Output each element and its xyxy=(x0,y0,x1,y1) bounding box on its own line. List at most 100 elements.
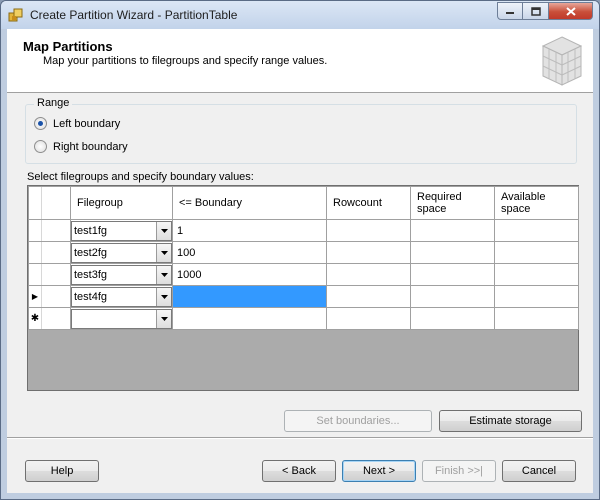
column-header-available-space[interactable]: Available space xyxy=(494,186,579,220)
page-subtitle: Map your partitions to filegroups and sp… xyxy=(43,55,328,67)
new-row-asterisk-icon: ✱ xyxy=(30,313,40,324)
caption-buttons xyxy=(497,2,593,20)
dropdown-button[interactable] xyxy=(156,265,171,284)
required-space-cell[interactable] xyxy=(410,307,495,330)
available-space-cell[interactable] xyxy=(494,285,579,308)
required-space-cell[interactable] xyxy=(410,219,495,242)
boundary-cell[interactable] xyxy=(172,307,327,330)
set-boundaries-button[interactable]: Set boundaries... xyxy=(284,410,432,432)
column-header-required-space[interactable]: Required space xyxy=(410,186,495,220)
row-header[interactable] xyxy=(28,263,71,286)
filegroup-cell[interactable]: test2fg xyxy=(70,241,173,264)
grid-header-row: Filegroup <= Boundary Rowcount Required … xyxy=(28,186,579,220)
close-button[interactable] xyxy=(549,2,593,20)
rowcount-cell[interactable] xyxy=(326,241,411,264)
chevron-down-icon xyxy=(160,228,168,233)
column-header-filegroup[interactable]: Filegroup xyxy=(70,186,173,220)
dropdown-button[interactable] xyxy=(156,243,171,262)
filegroup-value: test1fg xyxy=(74,224,108,237)
filegroup-dropdown[interactable]: test3fg xyxy=(71,264,172,285)
page-title: Map Partitions xyxy=(23,39,113,54)
column-header-boundary[interactable]: <= Boundary xyxy=(172,186,327,220)
title-bar[interactable]: Create Partition Wizard - PartitionTable xyxy=(1,1,599,29)
filegroup-value: test3fg xyxy=(74,268,108,281)
minimize-icon xyxy=(506,12,514,14)
filegroup-dropdown[interactable]: test1fg xyxy=(71,220,172,241)
left-boundary-radio[interactable]: Left boundary xyxy=(34,117,120,130)
estimate-storage-button[interactable]: Estimate storage xyxy=(439,410,582,432)
radio-unchecked-icon[interactable] xyxy=(34,140,47,153)
window-title: Create Partition Wizard - PartitionTable xyxy=(30,8,238,22)
wizard-client: Map Partitions Map your partitions to fi… xyxy=(7,29,593,493)
filegroup-dropdown[interactable]: test4fg xyxy=(71,286,172,307)
table-row-new: ✱ xyxy=(28,307,579,330)
dropdown-button[interactable] xyxy=(156,309,171,328)
required-space-cell[interactable] xyxy=(410,241,495,264)
row-header[interactable]: ✱ xyxy=(28,307,71,330)
boundary-cell[interactable]: 1 xyxy=(172,219,327,242)
dropdown-button[interactable] xyxy=(156,287,171,306)
current-row-arrow-icon: ▶ xyxy=(31,292,39,301)
minimize-button[interactable] xyxy=(497,2,523,20)
available-line1: Available xyxy=(501,191,546,203)
table-row: test1fg 1 xyxy=(28,219,579,242)
help-button[interactable]: Help xyxy=(25,460,99,482)
back-button[interactable]: < Back xyxy=(262,460,336,482)
maximize-icon xyxy=(530,6,541,16)
boundary-value: 1 xyxy=(177,224,184,237)
table-row: test2fg 100 xyxy=(28,241,579,264)
row-header[interactable] xyxy=(28,219,71,242)
boundary-value: 1000 xyxy=(177,268,202,281)
left-boundary-label: Left boundary xyxy=(53,117,121,130)
filegroup-value: test4fg xyxy=(74,290,108,303)
required-space-cell[interactable] xyxy=(410,285,495,308)
range-groupbox: Range Left boundary Right boundary xyxy=(25,97,577,164)
partition-table: Filegroup <= Boundary Rowcount Required … xyxy=(28,186,579,330)
table-row: test3fg 1000 xyxy=(28,263,579,286)
range-legend: Range xyxy=(34,97,73,109)
right-boundary-radio[interactable]: Right boundary xyxy=(34,140,128,153)
filegroup-cell[interactable]: test1fg xyxy=(70,219,173,242)
filegroup-cell[interactable] xyxy=(70,307,173,330)
finish-button[interactable]: Finish >>| xyxy=(422,460,496,482)
boundary-cell[interactable]: 100 xyxy=(172,241,327,264)
filegroup-cell[interactable]: test4fg xyxy=(70,285,173,308)
partition-grid[interactable]: Filegroup <= Boundary Rowcount Required … xyxy=(27,185,579,391)
available-space-cell[interactable] xyxy=(494,219,579,242)
rowcount-cell[interactable] xyxy=(326,307,411,330)
chevron-down-icon xyxy=(160,316,168,321)
column-header-rowcount[interactable]: Rowcount xyxy=(326,186,411,220)
boundary-cell-selected[interactable] xyxy=(172,285,327,308)
cancel-button[interactable]: Cancel xyxy=(502,460,576,482)
boundary-value xyxy=(173,313,177,325)
required-line2: space xyxy=(417,203,447,215)
footer-separator xyxy=(7,437,593,439)
chevron-down-icon xyxy=(160,272,168,277)
radio-checked-icon[interactable] xyxy=(34,117,47,130)
filegroup-value: test2fg xyxy=(74,246,108,259)
required-space-cell[interactable] xyxy=(410,263,495,286)
filegroup-dropdown[interactable] xyxy=(71,308,172,329)
right-boundary-label: Right boundary xyxy=(53,140,128,153)
app-icon xyxy=(8,8,23,22)
boundary-cell[interactable]: 1000 xyxy=(172,263,327,286)
row-header[interactable]: ▶ xyxy=(28,285,71,308)
filegroup-cell[interactable]: test3fg xyxy=(70,263,173,286)
available-space-cell[interactable] xyxy=(494,241,579,264)
rowcount-cell[interactable] xyxy=(326,285,411,308)
required-line1: Required xyxy=(417,191,462,203)
maximize-button[interactable] xyxy=(523,2,549,20)
available-space-cell[interactable] xyxy=(494,307,579,330)
next-button[interactable]: Next > xyxy=(342,460,416,482)
cubes-logo-icon xyxy=(541,36,583,86)
available-line2: space xyxy=(501,203,531,215)
filegroup-dropdown[interactable]: test2fg xyxy=(71,242,172,263)
header-banner: Map Partitions Map your partitions to fi… xyxy=(7,29,593,93)
dropdown-button[interactable] xyxy=(156,221,171,240)
wizard-window: Create Partition Wizard - PartitionTable… xyxy=(0,0,600,500)
rowcount-cell[interactable] xyxy=(326,219,411,242)
rowcount-cell[interactable] xyxy=(326,263,411,286)
chevron-down-icon xyxy=(160,294,168,299)
row-header[interactable] xyxy=(28,241,71,264)
available-space-cell[interactable] xyxy=(494,263,579,286)
